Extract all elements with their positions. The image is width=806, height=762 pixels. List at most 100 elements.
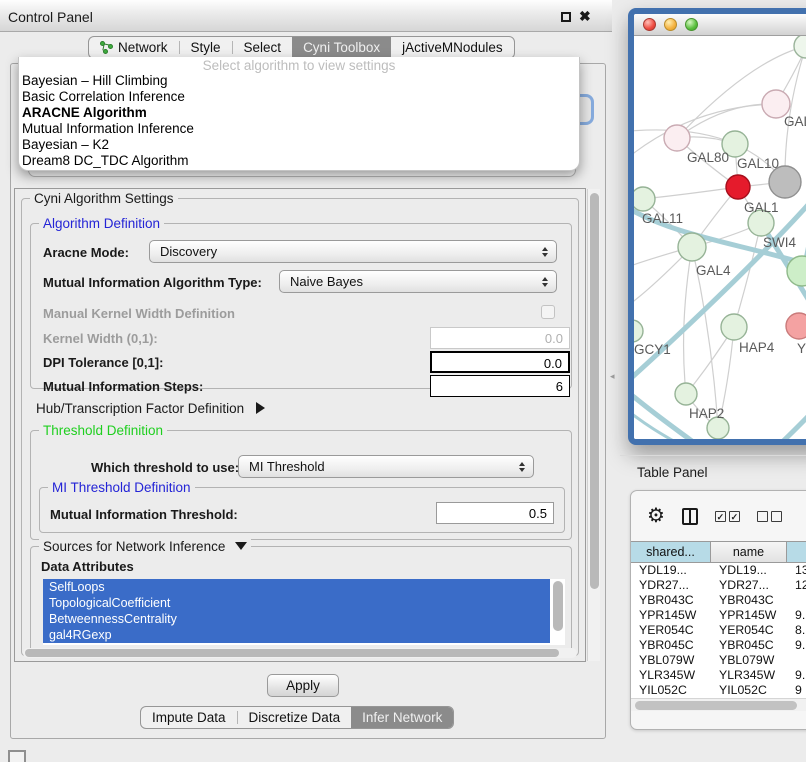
minimize-button[interactable] [664, 18, 677, 31]
network-node-salmon-node[interactable] [786, 313, 806, 339]
table-cell[interactable]: YER054C [631, 623, 711, 638]
control-panel-titlebar: Control Panel ✖ [0, 0, 612, 32]
table-cell[interactable]: YIL052C [711, 683, 787, 698]
table-row[interactable]: YBR043CYBR043C [631, 593, 806, 608]
table-cell[interactable]: YBR045C [711, 638, 787, 653]
settings-vertical-scrollbar[interactable] [587, 189, 600, 661]
column-header-extra[interactable] [787, 542, 806, 562]
table-cell[interactable]: 9. [787, 668, 806, 683]
table-cell[interactable]: YLR345W [631, 668, 711, 683]
table-row[interactable]: YDL19...YDL19...13 [631, 563, 806, 578]
tab-style[interactable]: Style [180, 37, 232, 58]
settings-scrollpane: Cyni Algorithm Settings Algorithm Defini… [14, 188, 586, 662]
attribute-item-gal4rgexp[interactable]: gal4RGexp [43, 627, 550, 643]
gear-icon[interactable]: ⚙ [647, 506, 665, 526]
network-canvas[interactable]: GALGAL80GAL10GAL1GAL11SWI4GAL4GCY1HAP4YH… [634, 36, 806, 445]
tab-discretize-data[interactable]: Discretize Data [238, 707, 352, 728]
column-header-name[interactable]: name [711, 542, 787, 562]
kernel-width-field[interactable]: 0.0 [430, 327, 570, 349]
hub-definition-expander[interactable]: Hub/Transcription Factor Definition [36, 401, 265, 416]
network-graph[interactable]: GALGAL80GAL10GAL1GAL11SWI4GAL4GCY1HAP4YH… [634, 36, 806, 445]
table-row[interactable]: YER054CYER054C8. [631, 623, 806, 638]
algorithm-option-aracne-algorithm[interactable]: ARACNE Algorithm [19, 105, 579, 121]
close-icon[interactable]: ✖ [579, 8, 591, 25]
network-edge[interactable] [774, 381, 806, 445]
table-row[interactable]: YBR045CYBR045C9. [631, 638, 806, 653]
table-cell[interactable]: YBR043C [711, 593, 787, 608]
table-horizontal-scrollbar[interactable] [631, 698, 806, 711]
network-node-hap4[interactable] [721, 314, 747, 340]
table-cell[interactable] [787, 593, 806, 608]
algorithm-option-dream8-dc-tdc-algorithm[interactable]: Dream8 DC_TDC Algorithm [19, 153, 579, 169]
table-cell[interactable]: 9 [787, 683, 806, 698]
settings-horizontal-scrollbar[interactable] [23, 648, 577, 658]
table-cell[interactable]: 12 [787, 578, 806, 593]
table-cell[interactable]: YBR045C [631, 638, 711, 653]
table-cell[interactable]: YPR145W [631, 608, 711, 623]
table-cell[interactable]: YDL19... [631, 563, 711, 578]
attribute-item-betweennesscentrality[interactable]: BetweennessCentrality [43, 611, 550, 627]
mi-threshold-field[interactable]: 0.5 [436, 502, 554, 524]
list-vertical-scrollbar[interactable] [553, 581, 563, 640]
table-cell[interactable]: 13 [787, 563, 806, 578]
network-node-gal11[interactable] [634, 187, 655, 211]
table-cell[interactable]: YPR145W [711, 608, 787, 623]
algorithm-option-bayesian-k2[interactable]: Bayesian – K2 [19, 137, 579, 153]
algorithm-option-mutual-information-inference[interactable]: Mutual Information Inference [19, 121, 579, 137]
mi-type-label: Mutual Information Algorithm Type: [43, 275, 262, 290]
table-cell[interactable]: YIL052C [631, 683, 711, 698]
network-node-gal80[interactable] [664, 125, 690, 151]
which-threshold-combo[interactable]: MI Threshold [238, 455, 534, 478]
network-node-gal4[interactable] [678, 233, 706, 261]
attribute-item-selfloops[interactable]: SelfLoops [43, 579, 550, 595]
float-window-icon[interactable] [561, 12, 571, 22]
table-cell[interactable]: YBL079W [631, 653, 711, 668]
aracne-mode-combo[interactable]: Discovery [149, 240, 557, 263]
tab-select[interactable]: Select [233, 37, 293, 58]
zoom-button[interactable] [685, 18, 698, 31]
select-all-checkboxes-icon[interactable]: ✓✓ [715, 511, 740, 522]
tab-cyni-toolbox[interactable]: Cyni Toolbox [292, 37, 391, 58]
table-cell[interactable]: YBL079W [711, 653, 787, 668]
network-node-gal1-red[interactable] [726, 175, 750, 199]
table-row[interactable]: YIL052CYIL052C9 [631, 683, 806, 698]
attribute-item-topologicalcoefficient[interactable]: TopologicalCoefficient [43, 595, 550, 611]
dpi-tolerance-field[interactable]: 0.0 [430, 351, 570, 373]
panel-splitter-mark[interactable]: ◂ [610, 371, 615, 382]
column-header-shared-[interactable]: shared... [631, 542, 711, 562]
algorithm-option-basic-correlation-inference[interactable]: Basic Correlation Inference [19, 89, 579, 105]
mi-type-combo[interactable]: Naive Bayes [279, 270, 557, 293]
network-node-top-right[interactable] [794, 36, 806, 58]
algorithm-option-bayesian-hill-climbing[interactable]: Bayesian – Hill Climbing [19, 73, 579, 89]
table-row[interactable]: YDR27...YDR27...12 [631, 578, 806, 593]
table-row[interactable]: YPR145WYPR145W9. [631, 608, 806, 623]
table-cell[interactable]: YDR27... [631, 578, 711, 593]
table-cell[interactable] [787, 653, 806, 668]
tab-infer-network[interactable]: Infer Network [351, 707, 453, 728]
table-cell[interactable]: 9. [787, 608, 806, 623]
network-node-gcy1[interactable] [634, 320, 643, 342]
dock-panel-icon[interactable] [8, 750, 26, 762]
tab-impute-data[interactable]: Impute Data [141, 707, 237, 728]
table-cell[interactable]: YLR345W [711, 668, 787, 683]
tab-network[interactable]: Network [89, 37, 179, 58]
deselect-all-checkboxes-icon[interactable] [757, 511, 782, 522]
network-edge[interactable] [643, 187, 738, 199]
table-row[interactable]: YBL079WYBL079W [631, 653, 806, 668]
table-cell[interactable]: 8. [787, 623, 806, 638]
columns-icon[interactable] [682, 508, 698, 525]
manual-kernel-checkbox[interactable] [541, 305, 555, 319]
tab-jactivemnodules[interactable]: jActiveMNodules [391, 37, 514, 58]
apply-button[interactable]: Apply [267, 674, 339, 697]
table-row[interactable]: YLR345WYLR345W9. [631, 668, 806, 683]
network-node-hap2[interactable] [675, 383, 697, 405]
mi-steps-field[interactable]: 6 [430, 375, 570, 397]
table-cell[interactable]: YDL19... [711, 563, 787, 578]
data-attributes-list[interactable]: SelfLoopsTopologicalCoefficientBetweenne… [43, 579, 565, 645]
close-button[interactable] [643, 18, 656, 31]
table-cell[interactable]: 9. [787, 638, 806, 653]
table-cell[interactable]: YBR043C [631, 593, 711, 608]
table-cell[interactable]: YER054C [711, 623, 787, 638]
table-cell[interactable]: YDR27... [711, 578, 787, 593]
sources-title[interactable]: Sources for Network Inference [39, 539, 251, 554]
